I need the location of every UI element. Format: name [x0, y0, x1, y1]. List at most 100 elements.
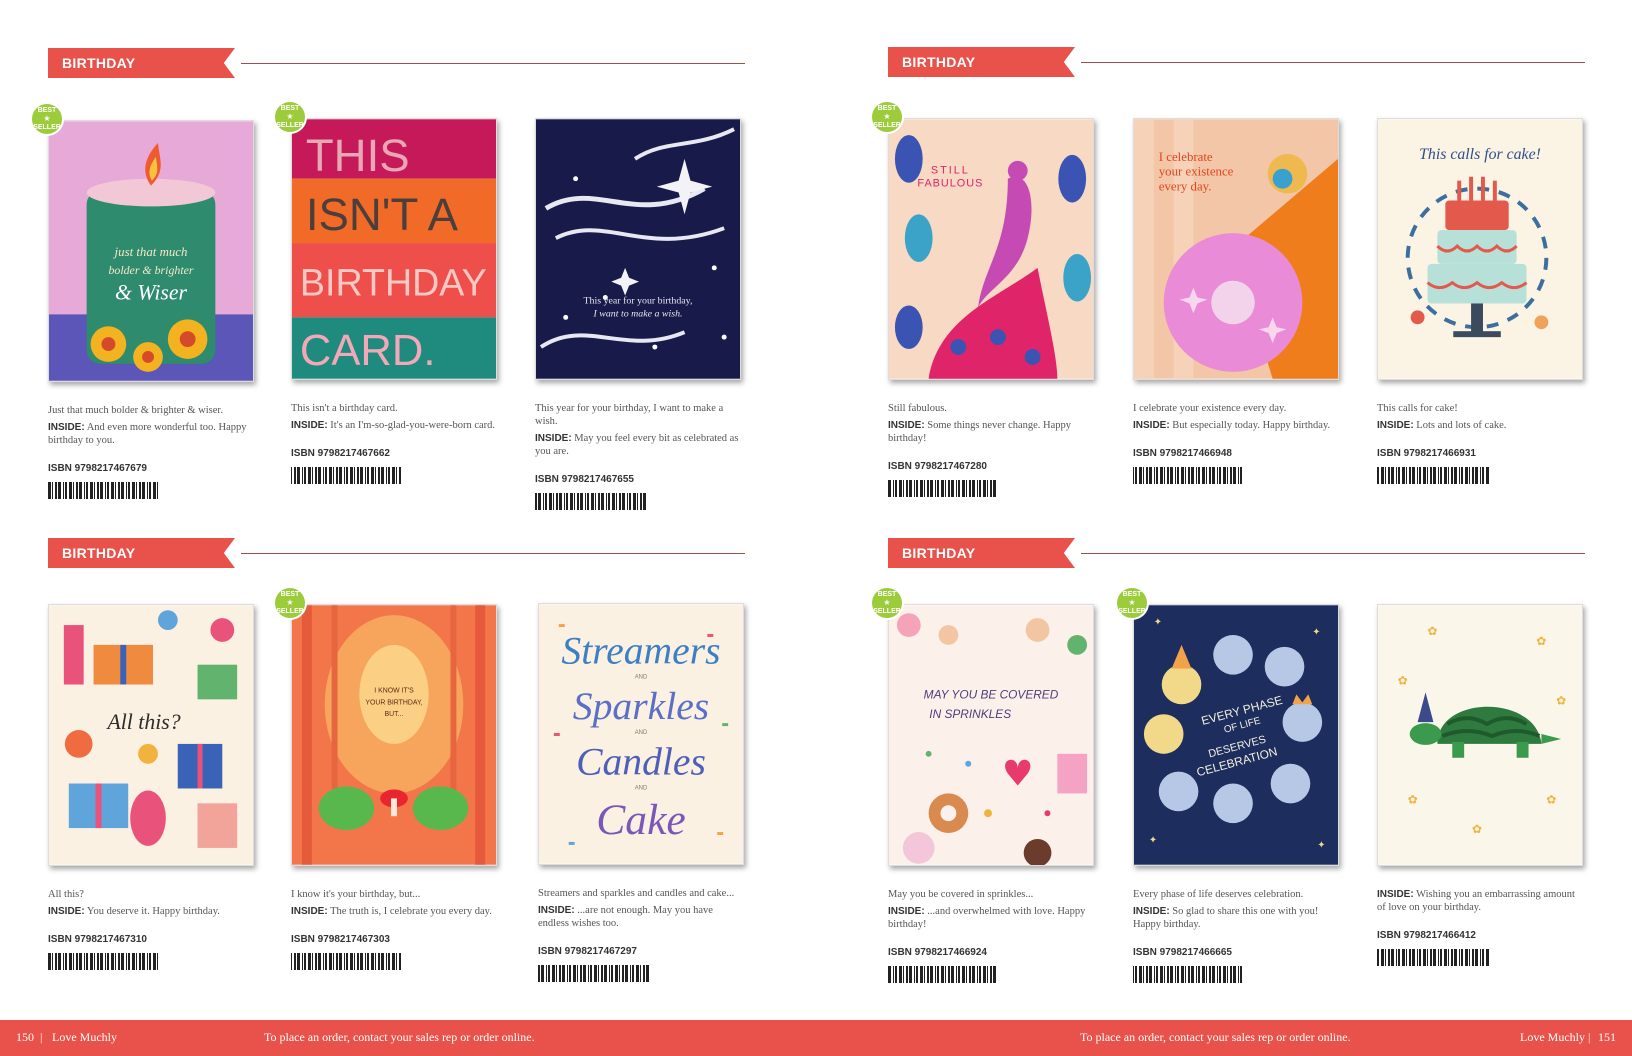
candle-illustration: just that much bolder & brighter & Wiser — [49, 121, 253, 381]
svg-text:✦: ✦ — [1154, 617, 1162, 628]
product-card[interactable]: BEST ★ SELLER ✦ ✦ ✦ ✦ EVERY PHASE OF LIFE … — [1115, 586, 1339, 983]
card-image[interactable]: ✦ ✦ ✦ ✦ EVERY PHASE OF LIFE DESERVES CEL… — [1133, 604, 1339, 866]
section-banner: BIRTHDAY — [48, 538, 235, 568]
svg-text:✦: ✦ — [1317, 840, 1325, 851]
product-card[interactable]: BEST ★ SELLER MAY YOU BE COVERED IN SPRINK… — [870, 586, 1094, 983]
star-icon: ★ — [883, 598, 891, 607]
art-text: Sparkles — [573, 684, 709, 728]
product-card[interactable]: I celebrate your existence every day. I … — [1133, 118, 1339, 484]
art-text: I KNOW IT'S — [374, 687, 414, 694]
card-image[interactable]: This calls for cake! — [1377, 118, 1583, 380]
barcode — [1133, 966, 1242, 983]
badge-text: SELLER — [1118, 608, 1146, 615]
art-text: Candles — [576, 740, 706, 784]
front-text: This year for your birthday, I want to m… — [535, 403, 724, 427]
product-card[interactable]: BEST ★ SELLER THIS ISN'T A BIRTHDAY CARD. … — [273, 100, 497, 484]
product-card[interactable]: BEST ★ SELLER just that much bolder & brig… — [30, 102, 254, 499]
badge-text: SELLER — [873, 608, 901, 615]
front-text: This calls for cake! — [1377, 403, 1458, 414]
card-image[interactable]: MAY YOU BE COVERED IN SPRINKLES — [888, 604, 1094, 866]
art-text: I celebrate — [1159, 150, 1213, 164]
product-card[interactable]: All this? All this? INSIDE: You deserve … — [48, 604, 254, 970]
art-text: This calls for cake! — [1419, 146, 1541, 163]
section-banner: BIRTHDAY — [888, 538, 1075, 568]
isbn: ISBN 9798217467280 — [888, 461, 987, 472]
art-text: your existence — [1159, 165, 1234, 179]
inside-label: INSIDE: — [291, 420, 328, 431]
art-text: every day. — [1159, 180, 1212, 194]
art-text: STILL — [931, 165, 970, 177]
section-header-top-right: BIRTHDAY — [888, 47, 1585, 77]
turtle-illustration: ✿ ✿ ✿ ✿ ✿ ✿ ✿ — [1378, 605, 1582, 865]
card-image[interactable]: I celebrate your existence every day. — [1133, 118, 1339, 380]
section-banner: BIRTHDAY — [48, 48, 235, 78]
barcode — [538, 965, 649, 982]
page-footer: 150 | Love Muchly To place an order, con… — [0, 1020, 1632, 1056]
product-card[interactable]: ✿ ✿ ✿ ✿ ✿ ✿ ✿ INSIDE: Wishing you an emb… — [1377, 604, 1583, 966]
star-icon: ★ — [286, 112, 294, 121]
inside-label: INSIDE: — [1377, 420, 1414, 431]
front-text: May you be covered in sprinkles... — [888, 889, 1034, 900]
front-text: This isn't a birthday card. — [291, 403, 398, 414]
card-image[interactable]: just that much bolder & brighter & Wiser — [48, 120, 254, 382]
card-image[interactable]: I KNOW IT'S YOUR BIRTHDAY, BUT... — [291, 604, 497, 866]
best-seller-badge: BEST ★ SELLER — [273, 100, 307, 134]
inside-label: INSIDE: — [1133, 420, 1170, 431]
art-text: Cake — [596, 796, 686, 844]
svg-text:✿: ✿ — [1428, 624, 1438, 638]
peacock-illustration: STILL FABULOUS — [889, 119, 1093, 379]
star-icon: ★ — [1128, 598, 1136, 607]
card-description: This year for your birthday, I want to m… — [535, 402, 741, 458]
front-text: I know it's your birthday, but... — [291, 889, 421, 900]
product-card[interactable]: This year for your birthday, I want to m… — [535, 118, 741, 510]
barcode — [1377, 467, 1489, 484]
section-divider — [1081, 62, 1585, 63]
gifts-illustration: All this? — [49, 605, 253, 865]
best-seller-badge: BEST ★ SELLER — [273, 586, 307, 620]
product-card[interactable]: BEST ★ SELLER I KNOW IT'S YOUR BIRTHDAY, B… — [273, 586, 497, 970]
card-image[interactable]: ✿ ✿ ✿ ✿ ✿ ✿ ✿ — [1377, 604, 1583, 866]
card-image[interactable]: This year for your birthday, I want to m… — [535, 118, 741, 380]
cake-illustration: This calls for cake! — [1378, 119, 1582, 379]
art-text: CARD. — [300, 327, 436, 375]
section-divider — [241, 63, 745, 64]
card-image[interactable]: Streamers AND Sparkles AND Candles AND C… — [538, 603, 744, 865]
footer-separator: | — [40, 1030, 43, 1044]
art-text: MAY YOU BE COVERED — [924, 687, 1059, 701]
inside-label: INSIDE: — [535, 433, 572, 444]
product-card[interactable]: This calls for cake! This calls for cake… — [1377, 118, 1583, 484]
card-image[interactable]: STILL FABULOUS — [888, 118, 1094, 380]
card-description: May you be covered in sprinkles... INSID… — [888, 888, 1094, 931]
art-text: & Wiser — [115, 281, 187, 305]
card-image[interactable]: All this? — [48, 604, 254, 866]
product-card[interactable]: BEST ★ SELLER STILL FABULOUS Still fabulou… — [870, 100, 1094, 497]
product-card[interactable]: Streamers AND Sparkles AND Candles AND C… — [538, 603, 744, 982]
inside-label: INSIDE: — [1377, 889, 1414, 900]
card-image[interactable]: THIS ISN'T A BIRTHDAY CARD. — [291, 118, 497, 380]
page-number-left: 150 — [16, 1030, 34, 1044]
inside-copy: You deserve it. Happy birthday. — [86, 906, 220, 917]
card-description: Still fabulous. INSIDE: Some things neve… — [888, 402, 1094, 445]
barcode — [535, 493, 646, 510]
card-description: This calls for cake! INSIDE: Lots and lo… — [1377, 402, 1583, 432]
art-text: AND — [635, 785, 648, 791]
art-text: BUT... — [385, 711, 404, 718]
card-description: INSIDE: Wishing you an embarrassing amou… — [1377, 888, 1583, 914]
art-text: All this? — [105, 710, 180, 734]
isbn: ISBN 9798217467655 — [535, 474, 634, 485]
sprinkles-illustration: MAY YOU BE COVERED IN SPRINKLES — [889, 605, 1093, 865]
inside-text: INSIDE: Some things never change. Happy … — [888, 419, 1094, 445]
barcode — [48, 953, 158, 970]
inside-copy: It's an I'm-so-glad-you-were-born card. — [330, 420, 496, 431]
art-text: AND — [635, 730, 648, 736]
barcode — [888, 966, 996, 983]
art-text: Streamers — [561, 629, 720, 673]
inside-text: INSIDE: But especially today. Happy birt… — [1133, 419, 1339, 432]
isbn: ISBN 9798217467662 — [291, 448, 390, 459]
night-sky-illustration: This year for your birthday, I want to m… — [536, 119, 740, 379]
inside-text: INSIDE: May you feel every bit as celebr… — [535, 432, 741, 458]
isbn: ISBN 9798217466948 — [1133, 448, 1232, 459]
inside-text: INSIDE: The truth is, I celebrate you ev… — [291, 905, 497, 918]
art-text: BIRTHDAY — [300, 262, 487, 304]
section-header-bottom-right: BIRTHDAY — [888, 538, 1585, 568]
